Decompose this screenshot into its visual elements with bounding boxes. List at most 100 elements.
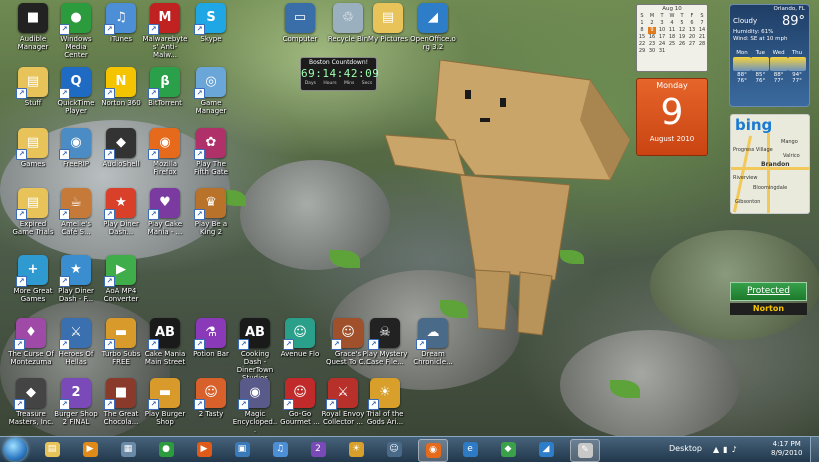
- calendar-date[interactable]: 22: [638, 41, 646, 48]
- chevron-up-icon[interactable]: ▲: [713, 445, 723, 454]
- taskbar-button-network[interactable]: ▣: [228, 439, 256, 460]
- calendar-date[interactable]: 25: [668, 41, 676, 48]
- desktop-icon[interactable]: ◆ ↗ AudioShell: [98, 128, 144, 168]
- desktop-icon[interactable]: ★ ↗ Play Diner Dash - F...: [53, 255, 99, 303]
- calendar-gadget[interactable]: Aug 10 S M T W T F S 1 2 3 4 5 6 7 8 9 10 11 12 13 14 15 16 17 1…: [636, 4, 708, 158]
- system-clock[interactable]: 4:17 PM 8/9/2010: [771, 440, 802, 458]
- taskbar-button-firefox[interactable]: ◉: [418, 439, 448, 462]
- desktop-icon[interactable]: ☺ ↗ Avenue Flo: [277, 318, 323, 358]
- taskbar-button-openoffice[interactable]: ◢: [532, 439, 560, 460]
- taskbar-button-windows-live[interactable]: ◆: [494, 439, 522, 460]
- calendar-date[interactable]: 26: [678, 41, 686, 48]
- desktop-icon[interactable]: ★ ↗ Play Diner Dash...: [98, 188, 144, 236]
- norton-gadget[interactable]: Protected Norton: [730, 282, 807, 316]
- calendar-date[interactable]: 7: [698, 20, 706, 27]
- bing-map-gadget[interactable]: bing Mango Brandon Riverview Valrico Blo…: [730, 114, 810, 214]
- calendar-date[interactable]: 28: [698, 41, 706, 48]
- weather-gadget[interactable]: Orlando, FL Cloudy 89° Humidity: 61% Win…: [729, 4, 810, 107]
- calendar-date[interactable]: 20: [688, 34, 696, 41]
- desktop-icon[interactable]: ▤ ↗ Games: [10, 128, 56, 168]
- calendar-date[interactable]: 11: [668, 27, 676, 34]
- desktop-icon[interactable]: ▤ My Pictures: [365, 3, 411, 43]
- calendar-date[interactable]: 30: [648, 48, 656, 55]
- calendar-date[interactable]: [678, 48, 686, 55]
- norton-status-link[interactable]: Protected: [730, 282, 807, 301]
- desktop-icon[interactable]: ☺ ↗ 2 Tasty: [188, 378, 234, 418]
- calendar-date[interactable]: 12: [678, 27, 686, 34]
- calendar-day-panel[interactable]: Monday 9 August 2010: [636, 78, 708, 156]
- desktop-icon[interactable]: ▭ Computer: [277, 3, 323, 43]
- desktop-icon[interactable]: ▶ ↗ AoA MP4 Converter: [98, 255, 144, 303]
- desktop-icon[interactable]: Q ↗ QuickTime Player: [53, 67, 99, 115]
- signal-icon[interactable]: ▮: [723, 445, 731, 454]
- desktop-icon[interactable]: ♛ ↗ Play Be a King 2: [188, 188, 234, 236]
- volume-icon[interactable]: ♪: [732, 445, 741, 454]
- desktop-icon[interactable]: AB ↗ Cake Mania Main Street: [142, 318, 188, 366]
- desktop-icon[interactable]: ☕ ↗ Amelie's Café S...: [53, 188, 99, 236]
- desktop-icon[interactable]: ⚔ ↗ Heroes Of Hellas: [53, 318, 99, 366]
- calendar-date[interactable]: 21: [698, 34, 706, 41]
- desktop-icon[interactable]: ⚔ ↗ Royal Envoy Collector ...: [320, 378, 366, 426]
- taskbar-button-calculator[interactable]: ▦: [114, 439, 142, 460]
- taskbar-button-explorer[interactable]: ▤: [38, 439, 66, 460]
- desktop-icon[interactable]: ■ Audible Manager: [10, 3, 56, 51]
- calendar-date[interactable]: [668, 48, 676, 55]
- taskbar-button-game-3[interactable]: ☺: [380, 439, 408, 460]
- calendar-date[interactable]: 1: [638, 20, 646, 27]
- taskbar-button-media-player-2[interactable]: ▶: [190, 439, 218, 460]
- taskbar-button-burger-shop-2[interactable]: 2: [304, 439, 332, 460]
- desktop-icon[interactable]: 2 ↗ Burger Shop 2 FINAL: [53, 378, 99, 426]
- desktop-icon[interactable]: ▤ ↗ Stuff: [10, 67, 56, 107]
- desktop-icon[interactable]: ◉ ↗ FreeRIP: [53, 128, 99, 168]
- taskbar-button-itunes[interactable]: ♫: [266, 439, 294, 460]
- desktop-icon[interactable]: N ↗ Norton 360: [98, 67, 144, 107]
- desktop-icon[interactable]: AB↗Cooking Dash - DinerTown Studios: [232, 318, 278, 382]
- calendar-date[interactable]: 24: [658, 41, 666, 48]
- start-button[interactable]: [4, 438, 27, 461]
- desktop-icon[interactable]: ◢ OpenOffice.org 3.2: [410, 3, 456, 51]
- desktop-icon[interactable]: ▤ ↗ Expired Game Trials: [10, 188, 56, 236]
- desktop-icon[interactable]: ◉ ↗ Magic Encycloped...: [232, 378, 278, 434]
- calendar-date[interactable]: 16: [648, 34, 656, 41]
- taskbar-button-paint[interactable]: ✎: [570, 439, 600, 462]
- desktop-icon[interactable]: ☺ ↗ Go-Go Gourmet ...: [277, 378, 323, 426]
- calendar-date[interactable]: 5: [678, 20, 686, 27]
- calendar-date[interactable]: [688, 48, 696, 55]
- calendar-date[interactable]: 4: [668, 20, 676, 27]
- desktop-icon[interactable]: ▬ ↗ Turbo Subs FREE: [98, 318, 144, 366]
- system-tray[interactable]: ▲▮♪: [713, 445, 741, 454]
- calendar-date[interactable]: 3: [658, 20, 666, 27]
- calendar-date[interactable]: 29: [638, 48, 646, 55]
- calendar-date[interactable]: 8: [638, 27, 646, 34]
- month-grid[interactable]: Aug 10 S M T W T F S 1 2 3 4 5 6 7 8 9 10 11 12 13 14 15 16 17 1…: [636, 4, 708, 72]
- calendar-date[interactable]: [698, 48, 706, 55]
- desktop-icon[interactable]: ♦ ↗ The Curse Of Montezuma: [8, 318, 54, 366]
- calendar-date[interactable]: 2: [648, 20, 656, 27]
- calendar-date[interactable]: 17: [658, 34, 666, 41]
- calendar-date[interactable]: 18: [668, 34, 676, 41]
- desktop-icon[interactable]: ♥ ↗ Play Cake Mania - ...: [142, 188, 188, 236]
- desktop-icon[interactable]: β ↗ BitTorrent: [142, 67, 188, 107]
- calendar-date[interactable]: 23: [648, 41, 656, 48]
- desktop-icon[interactable]: ● ↗ Windows Media Center: [53, 3, 99, 59]
- taskbar-button-media-center[interactable]: ●: [152, 439, 180, 460]
- desktop-icon[interactable]: ◉ ↗ Mozilla Firefox: [142, 128, 188, 176]
- desktop-icon[interactable]: ☁ ↗ Dream Chronicle...: [410, 318, 456, 366]
- desktop-icon[interactable]: ■ ↗ The Great Chocola...: [98, 378, 144, 426]
- desktop-icon[interactable]: S ↗ Skype: [188, 3, 234, 43]
- desktop-icon[interactable]: ✿ ↗ Play The Fifth Gate: [188, 128, 234, 176]
- calendar-date[interactable]: 9: [648, 27, 656, 34]
- taskbar-button-game-2[interactable]: ☀: [342, 439, 370, 460]
- taskbar-button-windows-media-player[interactable]: ▶: [76, 439, 104, 460]
- calendar-date[interactable]: 27: [688, 41, 696, 48]
- desktop-icon[interactable]: ☠ ↗ Play Mystery Case File...: [362, 318, 408, 366]
- calendar-date[interactable]: 31: [658, 48, 666, 55]
- desktop-toolbar-label[interactable]: Desktop: [669, 444, 702, 453]
- calendar-date[interactable]: 10: [658, 27, 666, 34]
- calendar-date[interactable]: 13: [688, 27, 696, 34]
- desktop-icon[interactable]: M ↗ Malwarebytes' Anti-Malw...: [142, 3, 188, 59]
- desktop-icon[interactable]: ◆ ↗ Treasure Masters, Inc.: [8, 378, 54, 426]
- show-desktop-button[interactable]: [810, 437, 819, 462]
- desktop-icon[interactable]: ♫ ↗ iTunes: [98, 3, 144, 43]
- calendar-date[interactable]: 19: [678, 34, 686, 41]
